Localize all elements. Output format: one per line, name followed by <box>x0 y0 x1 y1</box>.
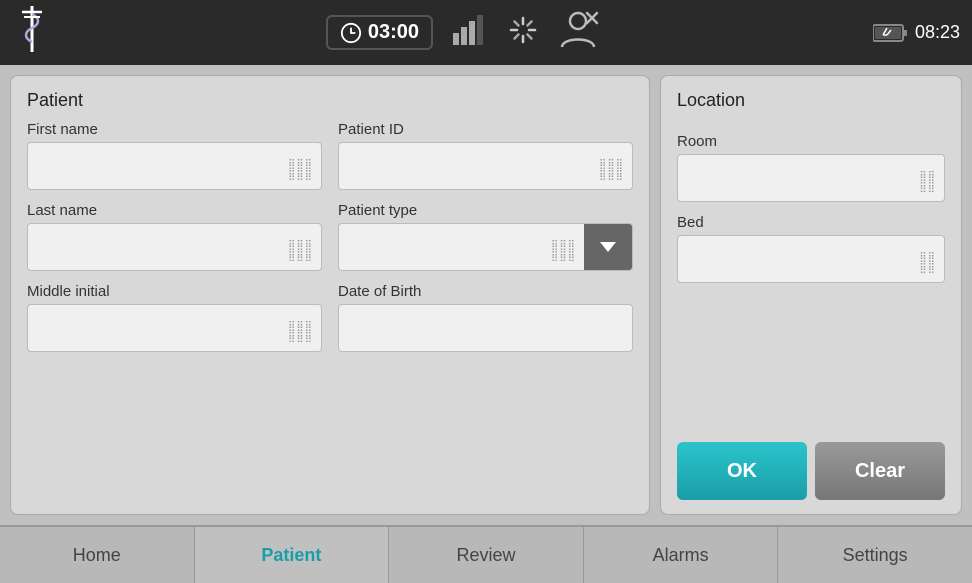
tab-review[interactable]: Review <box>389 527 584 583</box>
first-name-dots: ⣿⣿⣿⣿⣿⣿ <box>288 159 313 181</box>
time-display: 03:00 <box>326 15 433 50</box>
dob-field: Date of Birth <box>338 283 633 352</box>
ok-button[interactable]: OK <box>677 442 807 500</box>
first-name-input[interactable]: ⣿⣿⣿⣿⣿⣿ <box>27 142 322 190</box>
battery-area: 08:23 <box>873 22 960 44</box>
patient-panel-title: Patient <box>27 90 633 111</box>
middle-initial-dots: ⣿⣿⣿⣿⣿⣿ <box>288 321 313 343</box>
tab-settings[interactable]: Settings <box>778 527 972 583</box>
tab-alarms[interactable]: Alarms <box>584 527 779 583</box>
clear-button[interactable]: Clear <box>815 442 945 500</box>
medical-icon <box>12 4 52 61</box>
room-label: Room <box>677 133 945 150</box>
status-center: 03:00 <box>326 11 599 54</box>
patient-type-dots: ⣿⣿⣿⣿⣿⣿ <box>551 240 576 262</box>
first-name-label: First name <box>27 121 322 138</box>
room-field: Room ⣿⣿⣿⣿ <box>677 133 945 202</box>
bed-label: Bed <box>677 214 945 231</box>
patient-id-label: Patient ID <box>338 121 633 138</box>
bed-input[interactable]: ⣿⣿⣿⣿ <box>677 235 945 283</box>
patient-id-dots: ⣿⣿⣿⣿⣿⣿ <box>599 159 624 181</box>
last-name-field: Last name ⣿⣿⣿⣿⣿⣿ <box>27 202 322 271</box>
bottom-nav: Home Patient Review Alarms Settings <box>0 525 972 583</box>
first-name-field: First name ⣿⣿⣿⣿⣿⣿ <box>27 121 322 190</box>
signal-icon <box>453 15 489 50</box>
last-name-label: Last name <box>27 202 322 219</box>
spinner-icon <box>509 16 537 49</box>
status-left <box>12 4 52 61</box>
bed-dots: ⣿⣿⣿⣿ <box>919 252 936 274</box>
patient-type-label: Patient type <box>338 202 633 219</box>
location-fields: Room ⣿⣿⣿⣿ Bed ⣿⣿⣿⣿ <box>677 133 945 430</box>
tab-patient[interactable]: Patient <box>195 527 390 583</box>
status-bar: 03:00 <box>0 0 972 65</box>
middle-initial-label: Middle initial <box>27 283 322 300</box>
location-panel: Location Room ⣿⣿⣿⣿ Bed ⣿⣿⣿⣿ OK Clear <box>660 75 962 515</box>
last-name-dots: ⣿⣿⣿⣿⣿⣿ <box>288 240 313 262</box>
main-content: Patient First name ⣿⣿⣿⣿⣿⣿ Patient ID ⣿⣿⣿… <box>0 65 972 525</box>
room-dots: ⣿⣿⣿⣿ <box>919 171 936 193</box>
location-panel-title: Location <box>677 90 945 111</box>
clock-time: 08:23 <box>915 22 960 43</box>
bed-field: Bed ⣿⣿⣿⣿ <box>677 214 945 283</box>
last-name-input[interactable]: ⣿⣿⣿⣿⣿⣿ <box>27 223 322 271</box>
patient-type-dropdown[interactable]: ⣿⣿⣿⣿⣿⣿ <box>338 223 633 271</box>
patient-form-grid: First name ⣿⣿⣿⣿⣿⣿ Patient ID ⣿⣿⣿⣿⣿⣿ Last… <box>27 121 633 352</box>
room-input[interactable]: ⣿⣿⣿⣿ <box>677 154 945 202</box>
patient-type-arrow[interactable] <box>584 224 632 270</box>
patient-type-field: Patient type ⣿⣿⣿⣿⣿⣿ <box>338 202 633 271</box>
middle-initial-input[interactable]: ⣿⣿⣿⣿⣿⣿ <box>27 304 322 352</box>
patient-id-input[interactable]: ⣿⣿⣿⣿⣿⣿ <box>338 142 633 190</box>
patient-id-field: Patient ID ⣿⣿⣿⣿⣿⣿ <box>338 121 633 190</box>
person-icon <box>557 11 599 54</box>
action-buttons: OK Clear <box>677 442 945 500</box>
tab-home[interactable]: Home <box>0 527 195 583</box>
middle-initial-field: Middle initial ⣿⣿⣿⣿⣿⣿ <box>27 283 322 352</box>
patient-type-text-area: ⣿⣿⣿⣿⣿⣿ <box>339 224 584 270</box>
timer-value: 03:00 <box>368 21 419 44</box>
dob-label: Date of Birth <box>338 283 633 300</box>
dob-input[interactable] <box>338 304 633 352</box>
patient-panel: Patient First name ⣿⣿⣿⣿⣿⣿ Patient ID ⣿⣿⣿… <box>10 75 650 515</box>
